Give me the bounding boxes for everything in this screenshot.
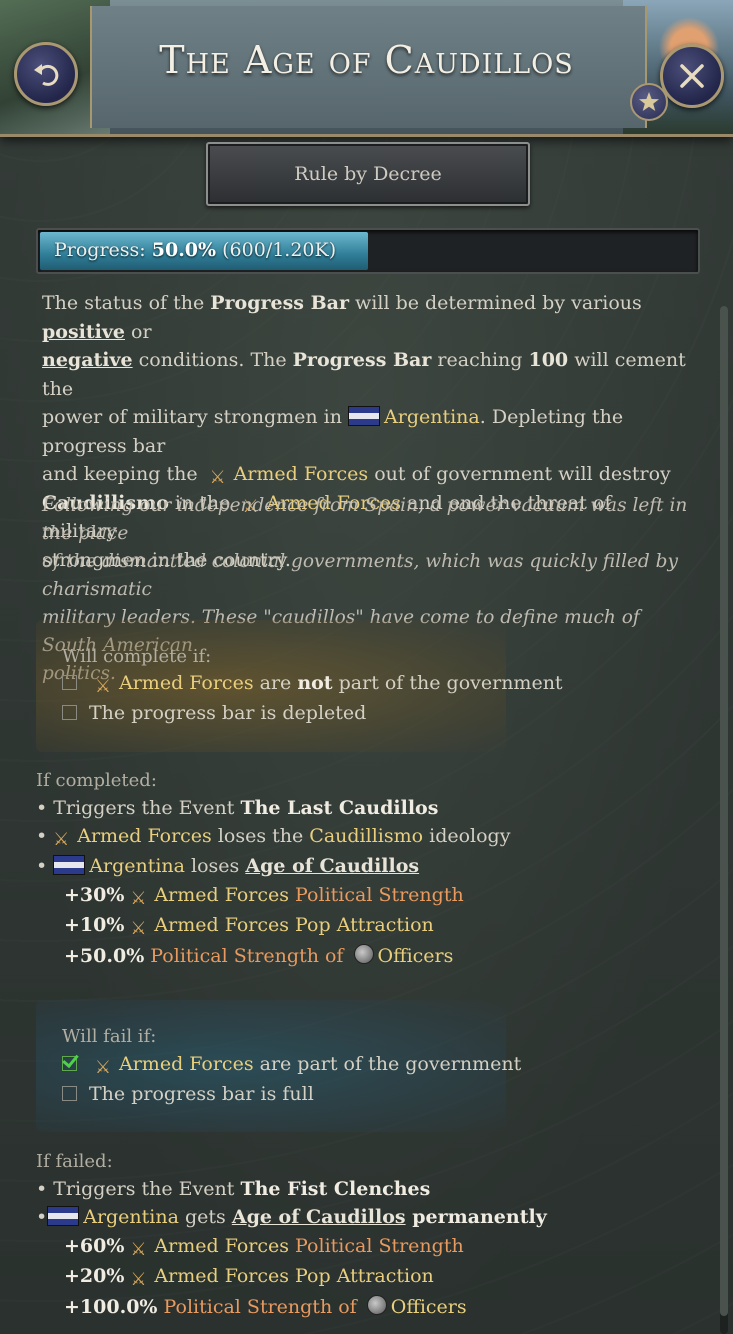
fail-condition-2: The progress bar is full: [62, 1083, 314, 1105]
progress-detail: (600/1.20K): [222, 239, 337, 261]
completed-modifier-1: +30% ⚔ Armed Forces Political Strength: [64, 884, 464, 909]
officers-link[interactable]: Officers: [378, 945, 454, 967]
modifier-link[interactable]: Age of Caudillos: [245, 855, 419, 877]
completed-effect-ideology: • ⚔ Armed Forces loses the Caudillismo ide…: [36, 825, 511, 850]
progress-percent: 50.0%: [151, 239, 217, 261]
event-link[interactable]: The Fist Clenches: [240, 1178, 430, 1200]
failed-modifier-1: +60% ⚔ Armed Forces Political Strength: [64, 1235, 464, 1260]
description-line: power of military strongmen in Argentina…: [42, 406, 624, 457]
armed-forces-link[interactable]: Armed Forces: [154, 884, 289, 906]
condition-checkbox: [62, 1086, 77, 1101]
complete-condition-1: ⚔ Armed Forces are not part of the govern…: [62, 672, 563, 697]
armed-forces-link[interactable]: Armed Forces: [119, 672, 254, 694]
description-line: and keeping the ⚔ Armed Forces out of gov…: [42, 463, 671, 488]
fail-condition-1: ⚔ Armed Forces are part of the government: [62, 1053, 521, 1078]
completed-modifier-2: +10% ⚔ Armed Forces Pop Attraction: [64, 914, 434, 939]
scrollbar-thumb[interactable]: [720, 306, 728, 1316]
armed-forces-link[interactable]: Armed Forces: [119, 1053, 254, 1075]
completed-effect-modifier: • Argentina loses Age of Caudillos: [36, 855, 420, 877]
modifier-link[interactable]: Age of Caudillos: [232, 1206, 406, 1228]
armed-forces-link[interactable]: Armed Forces: [234, 463, 369, 485]
failed-effect-event: • Triggers the Event The Fist Clenches: [36, 1178, 431, 1200]
armed-forces-link[interactable]: Armed Forces: [77, 825, 212, 847]
progress-label: Progress:: [54, 239, 146, 261]
officers-link[interactable]: Officers: [391, 1296, 467, 1318]
armed-forces-link[interactable]: Armed Forces: [154, 1265, 289, 1287]
crossed-swords-icon: ⚔: [209, 467, 226, 488]
complete-condition-2: The progress bar is depleted: [62, 702, 366, 724]
condition-checkbox: [62, 675, 77, 690]
complete-conditions-box: Will complete if: ⚔ Armed Forces are not …: [36, 620, 563, 752]
star-icon: [639, 92, 659, 111]
if-completed-title: If completed:: [36, 770, 157, 791]
completed-effect-event: • Triggers the Event The Last Caudillos: [36, 797, 439, 819]
country-link[interactable]: Argentina: [83, 1206, 179, 1228]
scrollbar[interactable]: [720, 306, 728, 1334]
armed-forces-link[interactable]: Armed Forces: [154, 1235, 289, 1257]
close-icon: [680, 64, 704, 88]
completed-modifier-3: +50.0% Political Strength of Officers: [64, 944, 454, 967]
header: The Age of Caudillos: [0, 0, 733, 137]
negative-link[interactable]: negative: [42, 349, 133, 371]
description-line: The status of the Progress Bar will be d…: [42, 292, 642, 343]
crossed-swords-icon: ⚔: [94, 1057, 112, 1078]
if-failed-title: If failed:: [36, 1151, 113, 1172]
progress-text: Progress: 50.0% (600/1.20K): [54, 239, 336, 261]
condition-checkbox-checked: [62, 1056, 77, 1071]
argentina-flag-icon: [348, 406, 381, 426]
failed-modifier-2: +20% ⚔ Armed Forces Pop Attraction: [64, 1265, 434, 1290]
crossed-swords-icon: ⚔: [94, 676, 112, 697]
crossed-swords-icon: ⚔: [130, 1239, 147, 1260]
pin-button[interactable]: [630, 83, 668, 121]
argentina-flag-icon: [53, 855, 86, 875]
event-link[interactable]: The Last Caudillos: [240, 797, 438, 819]
rule-by-decree-button[interactable]: Rule by Decree: [206, 142, 530, 206]
progress-bar: Progress: 50.0% (600/1.20K): [36, 228, 700, 274]
close-button[interactable]: [660, 44, 724, 108]
fail-conditions-box: Will fail if: ⚔ Armed Forces are part of …: [36, 1000, 521, 1132]
fail-conditions-title: Will fail if:: [62, 1026, 157, 1047]
complete-conditions-title: Will complete if:: [62, 646, 212, 667]
failed-modifier-3: +100.0% Political Strength of Officers: [64, 1295, 467, 1318]
page-title: The Age of Caudillos: [159, 38, 574, 82]
flavor-line: Following our independence from Spain, a…: [42, 495, 688, 544]
positive-link[interactable]: positive: [42, 321, 125, 343]
officers-icon: [366, 1295, 387, 1315]
crossed-swords-icon: ⚔: [130, 1269, 147, 1290]
crossed-swords-icon: ⚔: [130, 918, 147, 939]
crossed-swords-icon: ⚔: [130, 888, 147, 909]
country-link[interactable]: Argentina: [384, 406, 480, 428]
failed-effect-modifier: • Argentina gets Age of Caudillos permane…: [36, 1206, 547, 1228]
country-link[interactable]: Argentina: [89, 855, 185, 877]
back-button[interactable]: [14, 42, 78, 106]
description-line: negative conditions. The Progress Bar re…: [42, 349, 686, 400]
flavor-line: of the dismantled colonial governments, …: [42, 551, 678, 600]
argentina-flag-icon: [47, 1206, 80, 1226]
officers-icon: [353, 944, 374, 964]
ideology-link[interactable]: Caudillismo: [309, 825, 423, 847]
back-arrow-icon: [34, 64, 59, 86]
armed-forces-link[interactable]: Armed Forces: [154, 914, 289, 936]
crossed-swords-icon: ⚔: [53, 829, 70, 850]
condition-checkbox: [62, 705, 77, 720]
